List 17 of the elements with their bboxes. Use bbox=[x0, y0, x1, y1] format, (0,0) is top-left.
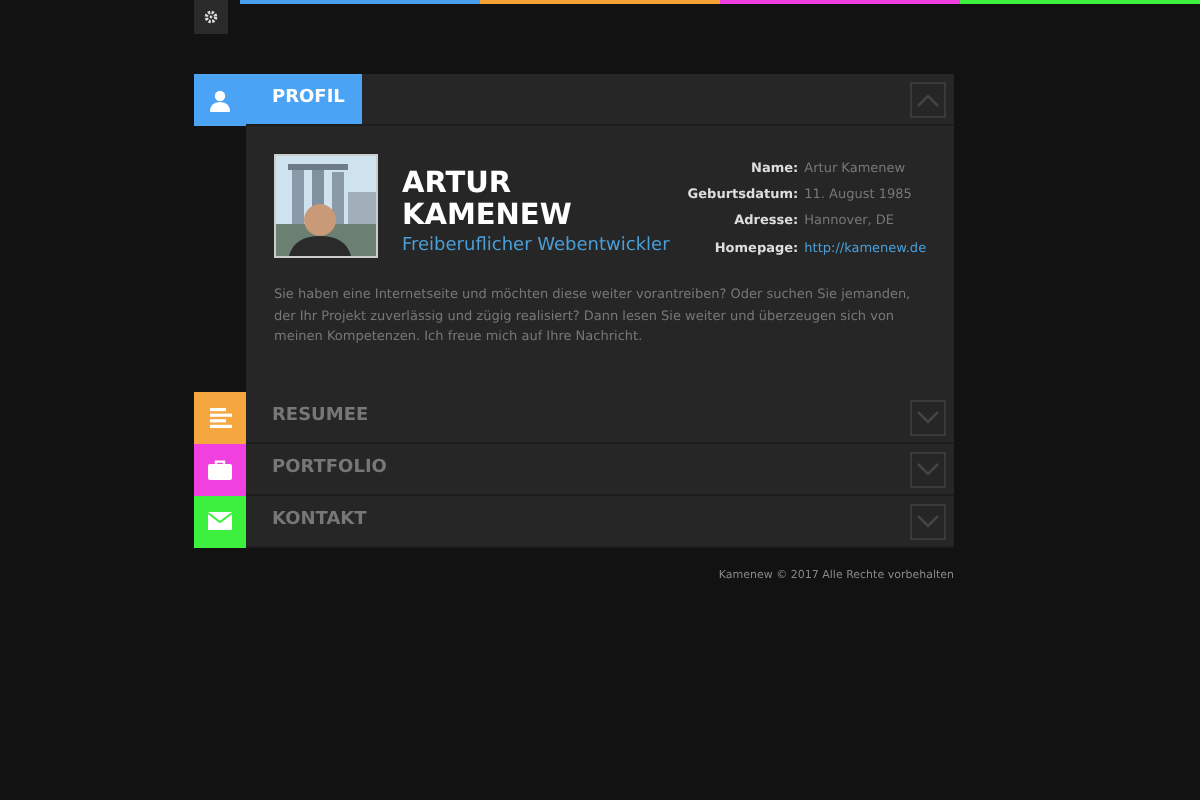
settings-button[interactable] bbox=[194, 0, 228, 34]
text-lines-icon bbox=[209, 407, 231, 428]
user-icon bbox=[210, 89, 230, 111]
toggle-button[interactable] bbox=[910, 82, 946, 118]
chevron-down-icon bbox=[916, 462, 940, 477]
person-name: ARTUR KAMENEW bbox=[402, 170, 574, 234]
chevron-down-icon bbox=[916, 410, 940, 425]
section-tab[interactable]: PROFIL bbox=[246, 74, 362, 124]
toggle-button[interactable] bbox=[910, 451, 946, 488]
briefcase-icon bbox=[208, 459, 232, 480]
settings-icon bbox=[204, 10, 218, 24]
chevron-down-icon bbox=[916, 514, 940, 529]
toggle-button[interactable] bbox=[910, 503, 946, 540]
job-title: Freiberuflicher Webentwickler bbox=[402, 233, 670, 260]
envelope-icon bbox=[208, 512, 232, 531]
chevron-up-icon bbox=[916, 93, 940, 107]
toggle-button[interactable] bbox=[910, 399, 946, 436]
